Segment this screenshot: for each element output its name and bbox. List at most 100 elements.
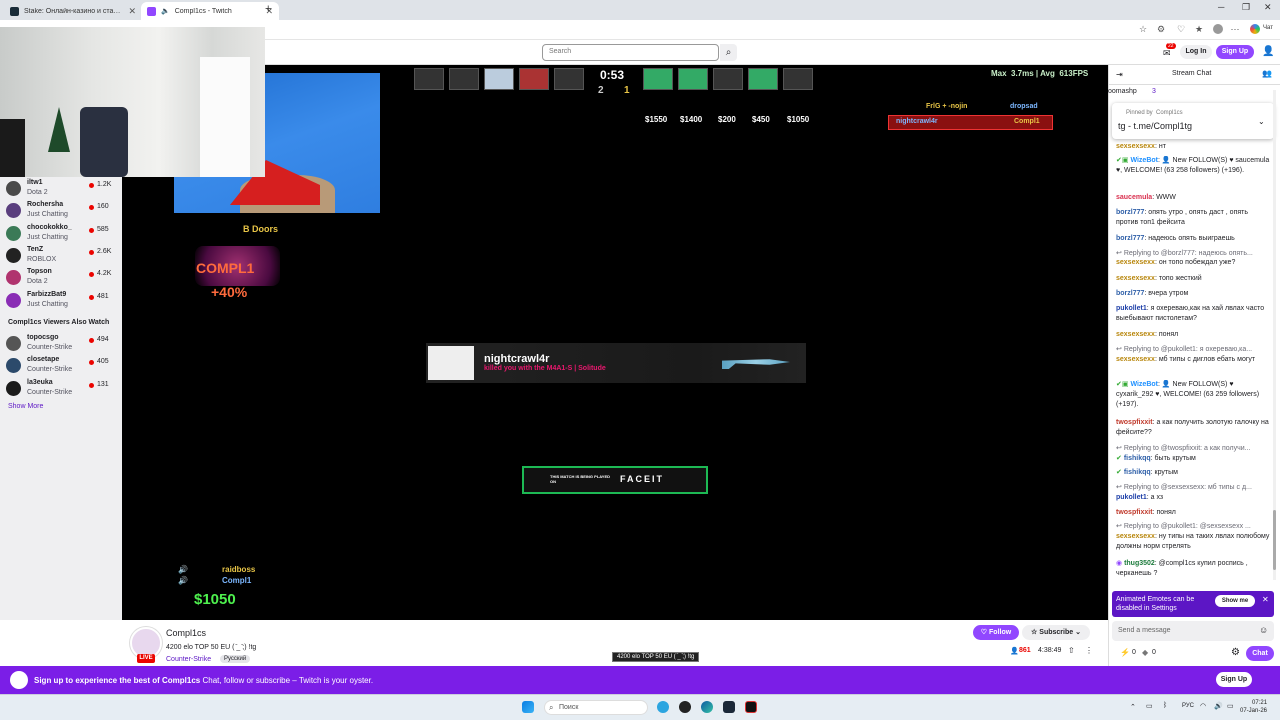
battery-icon[interactable]: ▭ — [1227, 702, 1234, 710]
app-icon[interactable] — [679, 701, 691, 713]
community-icon[interactable]: 👥 — [1262, 69, 1272, 78]
chat-username[interactable]: fishikqq — [1124, 455, 1151, 462]
chat-username[interactable]: twospfixxit — [1116, 419, 1153, 426]
chat-input[interactable]: Send a message — [1112, 621, 1274, 641]
sidebar-channel-farbizzbat9[interactable]: FarbizzBat9 Just Chatting 481 — [6, 291, 118, 313]
reply-context[interactable]: ↩ Replying to @borzl777: надеюсь опять..… — [1116, 249, 1272, 257]
new-tab-button[interactable]: + — [265, 3, 271, 15]
chat-username[interactable]: sexsexsexx — [1116, 331, 1155, 338]
favorites-icon[interactable]: ★ — [1194, 24, 1204, 34]
chat-send-button[interactable]: Chat — [1246, 646, 1274, 661]
login-button[interactable]: Log In — [1180, 45, 1212, 59]
telegram-icon[interactable] — [657, 701, 669, 713]
chat-username[interactable]: borzl777 — [1116, 235, 1144, 242]
profile-avatar[interactable] — [1213, 24, 1223, 34]
chat-username[interactable]: pukollet1 — [1116, 305, 1147, 312]
input-language[interactable]: РУС — [1182, 703, 1194, 709]
chat-username[interactable]: twospfixxit — [1116, 509, 1153, 516]
chat-username[interactable]: fishikqq — [1124, 469, 1151, 476]
pinned-text[interactable]: tg - t.me/Compl1tg — [1118, 121, 1192, 131]
top-gifter-name[interactable]: oomashp — [1108, 88, 1137, 95]
sidebar-channel-iltw1[interactable]: iltw1 Dota 2 1.2K — [6, 179, 118, 201]
reply-context[interactable]: ↩ Replying to @sexsexsexx: мб типы с д..… — [1116, 483, 1272, 491]
maximize-icon[interactable]: ❐ — [1242, 2, 1250, 13]
sidebar-channel-rochersha[interactable]: Rochersha Just Chatting 160 — [6, 201, 118, 223]
notifications-icon[interactable]: ✉ — [1163, 48, 1171, 59]
show-more-link[interactable]: Show More — [8, 403, 43, 410]
chat-username[interactable]: borzl777 — [1116, 290, 1144, 297]
sidebar-channel-topocsgo[interactable]: topocsgo Counter-Strike 494 — [6, 334, 118, 356]
sidebar-channel-topson[interactable]: Topson Dota 2 4.2K — [6, 268, 118, 290]
chat-username[interactable]: saucemula — [1116, 194, 1152, 201]
chat-username[interactable]: WizeBot — [1130, 381, 1158, 388]
game-app-icon[interactable] — [745, 701, 757, 713]
wifi-icon[interactable]: ◠ — [1200, 702, 1206, 710]
chat-message[interactable]: ◉ thug3502: @compl1cs купил роспись , че… — [1116, 559, 1272, 579]
chevron-down-icon[interactable]: ⌄ — [1258, 117, 1265, 126]
sidebar-channel-chocokokko[interactable]: chocokokko_ Just Chatting 585 — [6, 224, 118, 246]
chat-message[interactable]: sexsexsexx: понял — [1116, 330, 1272, 340]
volume-icon[interactable]: 🔊 — [1214, 702, 1223, 710]
windows-start-icon[interactable] — [522, 701, 534, 713]
follow-button[interactable]: ♡ Follow — [973, 625, 1019, 640]
bluetooth-icon[interactable]: ᛒ — [1163, 702, 1167, 709]
sidebar-channel-la3euka[interactable]: la3euka Counter-Strike 131 — [6, 379, 118, 401]
extensions-icon[interactable]: ⚙ — [1156, 24, 1166, 34]
search-input[interactable]: Search — [542, 44, 719, 61]
emote-picker-icon[interactable]: ☺ — [1259, 625, 1268, 635]
streamer-name[interactable]: Compl1cs — [166, 628, 206, 638]
chat-message[interactable]: sexsexsexx: он топо побеждал уже? — [1116, 258, 1272, 268]
browser-essentials-icon[interactable]: ♡ — [1176, 24, 1186, 34]
chat-message[interactable]: ✔ fishikqq: быть крутым — [1116, 454, 1272, 464]
chat-message[interactable]: sexsexsexx: ну типы на таких лвлах полюб… — [1116, 532, 1272, 552]
show-me-button[interactable]: Show me — [1215, 595, 1255, 607]
chat-message[interactable]: ✔▣ WizeBot: 👤 New FOLLOW(S) ♥ saucemula … — [1116, 156, 1272, 176]
bits-icon[interactable]: ◆ — [1142, 648, 1148, 657]
sidebar-channel-closetape[interactable]: closetape Counter-Strike 405 — [6, 356, 118, 378]
banner-signup-button[interactable]: Sign Up — [1216, 672, 1252, 687]
edge-browser-icon[interactable] — [701, 701, 713, 713]
search-icon[interactable]: ⌕ — [720, 44, 737, 61]
more-options-icon[interactable]: ⋮ — [1085, 646, 1093, 655]
taskbar-clock[interactable]: 07:21 07-Jan-26 — [1240, 699, 1267, 715]
game-link[interactable]: Counter-Strike — [166, 656, 211, 663]
collapse-chat-icon[interactable]: ⇥ — [1116, 70, 1123, 79]
reply-context[interactable]: ↩ Replying to @pukollet1: я охереваю,ка.… — [1116, 345, 1272, 353]
copilot-label[interactable]: Чат — [1263, 25, 1273, 31]
chat-message[interactable]: saucemula: WWW — [1116, 193, 1272, 203]
minimize-icon[interactable]: ─ — [1218, 2, 1224, 12]
browser-tab-stake[interactable]: Stake: Онлайн-казино и ставки н... ✕ — [4, 2, 142, 20]
close-tab-icon[interactable]: ✕ — [128, 6, 136, 17]
reply-context[interactable]: ↩ Replying to @twospfixxit: а как получи… — [1116, 444, 1272, 452]
chat-message[interactable]: twospfixxit: понял — [1116, 508, 1272, 518]
chat-username[interactable]: pukollet1 — [1116, 494, 1147, 501]
user-menu-icon[interactable]: 👤 — [1262, 46, 1274, 57]
chat-message[interactable]: pukollet1: а хз — [1116, 493, 1272, 503]
chat-username[interactable]: sexsexsexx — [1116, 533, 1155, 540]
reply-context[interactable]: ↩ Replying to @pukollet1: @sexsexsexx ..… — [1116, 522, 1272, 530]
share-icon[interactable]: ⇧ — [1068, 646, 1075, 655]
chat-scrollbar[interactable] — [1273, 90, 1276, 580]
chat-message[interactable]: sexsexsexx: топо жесткий — [1116, 274, 1272, 284]
channel-points-icon[interactable]: ⚡ — [1120, 648, 1130, 657]
speaker-icon[interactable]: 🔈 — [161, 7, 170, 15]
tray-chevron-icon[interactable]: ⌃ — [1130, 703, 1136, 711]
pinned-message[interactable]: Pinned by Compl1cs tg - t.me/Compl1tg ⌄ — [1112, 103, 1274, 139]
chat-message[interactable]: sexsexsexx: мб типы с диглов ебать могут — [1116, 355, 1272, 365]
more-icon[interactable]: ⋯ — [1230, 24, 1240, 34]
chat-settings-gear-icon[interactable]: ⚙ — [1231, 647, 1240, 658]
chat-message[interactable]: borzl777: вчера утром — [1116, 289, 1272, 299]
chat-message[interactable]: borzl777: опять утро , опять даст , опят… — [1116, 208, 1272, 228]
favorite-star-icon[interactable]: ☆ — [1138, 24, 1148, 34]
chat-message[interactable]: twospfixxit: а как получить золотую гало… — [1116, 418, 1272, 438]
chat-username[interactable]: WizeBot — [1130, 157, 1158, 164]
chat-username[interactable]: sexsexsexx — [1116, 259, 1155, 266]
steam-icon[interactable] — [723, 701, 735, 713]
chat-message[interactable]: ✔▣ WizeBot: 👤 New FOLLOW(S) ♥ cyxarik_29… — [1116, 380, 1272, 410]
chat-username[interactable]: thug3502 — [1124, 560, 1155, 567]
chat-message[interactable]: pukollet1: я охереваю,как на хай лвлах ч… — [1116, 304, 1272, 324]
chat-scrollbar-thumb[interactable] — [1273, 510, 1276, 570]
chat-message[interactable]: borzl777: надеюсь опять выиграешь — [1116, 234, 1272, 244]
close-window-icon[interactable]: ✕ — [1264, 2, 1272, 13]
taskbar-search[interactable]: ⌕ Поиск — [544, 700, 648, 715]
